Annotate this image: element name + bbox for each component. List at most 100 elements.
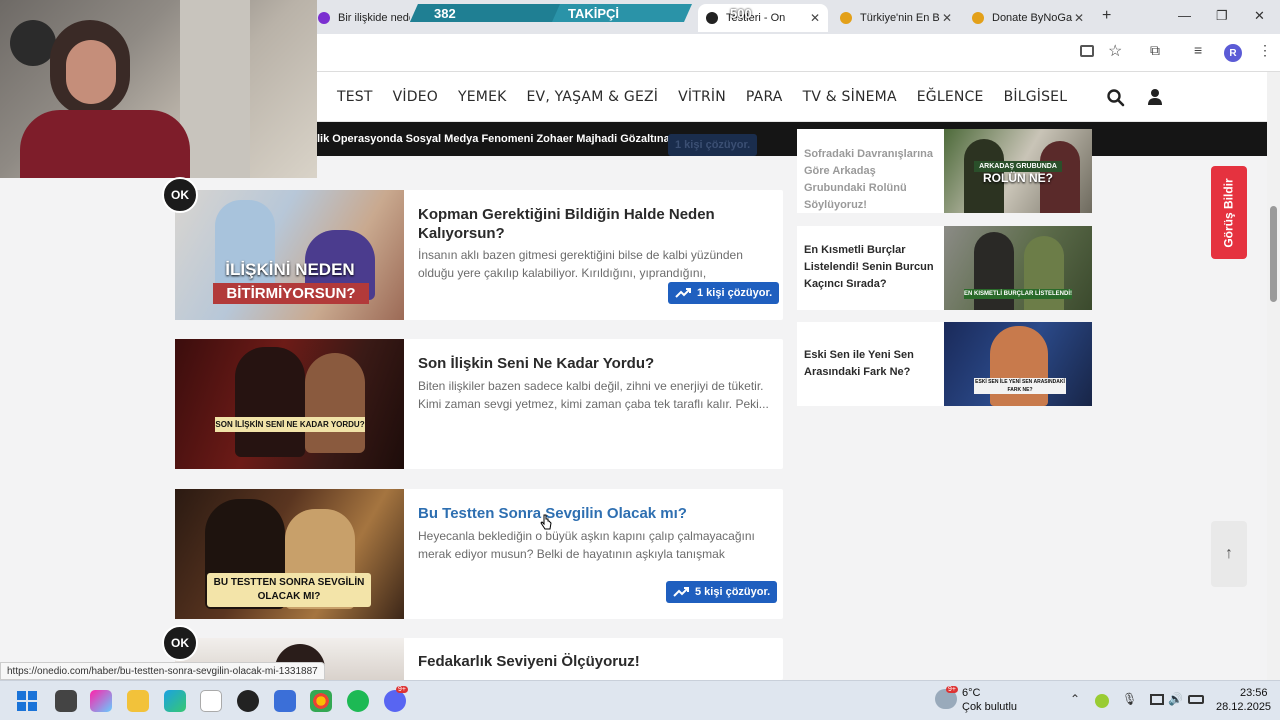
- follower-label: TAKİPÇİ: [568, 6, 620, 21]
- webcam-door: [180, 0, 250, 178]
- page-scrollbar[interactable]: [1267, 72, 1280, 680]
- ok-badge-label: OK: [171, 188, 189, 202]
- chrome-icon[interactable]: [310, 690, 332, 712]
- img-caption: FARK NE?: [974, 386, 1066, 394]
- article-thumbnail[interactable]: BU TESTTEN SONRA SEVGİLİN OLACAK MI?: [175, 489, 404, 619]
- tab-favicon: [318, 12, 330, 24]
- article-card[interactable]: SON İLİŞKİN SENİ NE KADAR YORDU? Son İli…: [175, 339, 783, 469]
- discord-badge: 9+: [396, 686, 408, 693]
- new-tab-icon[interactable]: +: [1102, 7, 1111, 25]
- edge-icon[interactable]: [164, 690, 186, 712]
- media-icon[interactable]: ≡: [1194, 42, 1202, 58]
- sidebar-card[interactable]: Sofradaki Davranışlarına Göre Arkadaş Gr…: [797, 129, 1092, 213]
- nav-eglence[interactable]: EĞLENCE: [917, 89, 984, 105]
- profile-avatar[interactable]: R: [1224, 44, 1242, 62]
- mouse-cursor-icon: [540, 514, 552, 530]
- nav-bilgisel[interactable]: BİLGİSEL: [1004, 89, 1068, 105]
- close-tab-icon[interactable]: ✕: [810, 11, 820, 25]
- extensions-icon[interactable]: ⧉: [1150, 42, 1160, 59]
- tray-chevron-icon[interactable]: ⌃: [1070, 692, 1080, 706]
- site-navigation: TEST VİDEO YEMEK EV, YAŞAM & GEZİ VİTRİN…: [317, 72, 1267, 122]
- weather-badge: 9+: [946, 686, 958, 693]
- close-tab-icon[interactable]: ✕: [1074, 11, 1084, 25]
- windows-start-icon[interactable]: [17, 691, 37, 711]
- tab-label: Türkiye'nin En B: [860, 12, 940, 24]
- nav-ev-yasam[interactable]: EV, YAŞAM & GEZİ: [527, 89, 659, 105]
- obs-icon[interactable]: [237, 690, 259, 712]
- volume-icon[interactable]: 🔊: [1168, 692, 1183, 706]
- article-thumbnail[interactable]: İLİŞKİNİ NEDEN BİTİRMİYORSUN?: [175, 190, 404, 320]
- close-window-icon[interactable]: ✕: [1254, 8, 1265, 24]
- microphone-icon[interactable]: 🎙: [1122, 692, 1137, 706]
- windows-taskbar: 9+ 9+ 6°C Çok bulutlu ⌃ 🎙 🔊 23:56 28.12.…: [0, 680, 1280, 720]
- task-view-icon[interactable]: [55, 690, 77, 712]
- scrollbar-thumb[interactable]: [1270, 206, 1277, 302]
- feedback-button[interactable]: Görüş Bildir: [1211, 166, 1247, 259]
- close-tab-icon[interactable]: ✕: [942, 11, 952, 25]
- tab-donate[interactable]: Donate ByNoGa ✕: [964, 4, 1092, 32]
- clock-date[interactable]: 28.12.2025: [1216, 701, 1271, 713]
- sidebar-card-title[interactable]: En Kısmetli Burçlar Listelendi! Senin Bu…: [804, 242, 939, 293]
- copilot-icon[interactable]: [90, 690, 112, 712]
- news-ticker[interactable]: lik Operasyonda Sosyal Medya Fenomeni Zo…: [317, 122, 1267, 156]
- article-title[interactable]: Fedakarlık Seviyeni Ölçüyoruz!: [418, 652, 768, 671]
- tab-tests[interactable]: Testleri - On ✕: [698, 4, 828, 32]
- restore-icon[interactable]: ❐: [1216, 8, 1228, 24]
- search-icon[interactable]: [1107, 89, 1125, 107]
- img-caption: EN KISMETLİ BURÇLAR LİSTELENDİ!: [964, 289, 1072, 299]
- sidebar-card-image[interactable]: EN KISMETLİ BURÇLAR LİSTELENDİ!: [944, 226, 1092, 310]
- battery-icon[interactable]: [1188, 695, 1204, 704]
- follower-count: 382: [434, 6, 456, 21]
- spotify-icon[interactable]: [347, 690, 369, 712]
- img-figure: [990, 326, 1048, 406]
- menu-kebab-icon[interactable]: ⋮: [1258, 42, 1272, 59]
- tab-label: Donate ByNoGa: [992, 12, 1073, 24]
- nav-test[interactable]: TEST: [337, 89, 373, 105]
- ticker-solver-pill: 1 kişi çözüyor.: [668, 134, 758, 156]
- article-title[interactable]: Kopman Gerektiğini Bildiğin Halde Neden …: [418, 205, 768, 243]
- profile-initial: R: [1229, 47, 1237, 59]
- nav-vitrin[interactable]: VİTRİN: [678, 89, 726, 105]
- sidebar-card-image[interactable]: ESKİ SEN İLE YENİ SEN ARASINDAKİ FARK NE…: [944, 322, 1092, 406]
- article-thumbnail[interactable]: SON İLİŞKİN SENİ NE KADAR YORDU?: [175, 339, 404, 469]
- app-icon[interactable]: [274, 690, 296, 712]
- follower-goal: 500: [730, 6, 752, 21]
- user-icon[interactable]: [1147, 88, 1163, 106]
- thumb-caption: BİTİRMİYORSUN?: [213, 283, 369, 304]
- article-card[interactable]: İLİŞKİNİ NEDEN BİTİRMİYORSUN? Kopman Ger…: [175, 190, 783, 320]
- nav-video[interactable]: VİDEO: [393, 89, 438, 105]
- store-icon[interactable]: [200, 690, 222, 712]
- thumb-caption: SON İLİŞKİN SENİ NE KADAR YORDU?: [215, 417, 365, 432]
- tab-favicon: [972, 12, 984, 24]
- webcam-overlay: [0, 0, 317, 178]
- trending-icon: [675, 288, 691, 298]
- minimize-icon[interactable]: —: [1178, 8, 1191, 23]
- sidebar-card-image[interactable]: ARKADAŞ GRUBUNDA ROLÜN NE?: [944, 129, 1092, 213]
- install-app-icon[interactable]: [1080, 45, 1094, 57]
- sidebar-card[interactable]: Eski Sen ile Yeni Sen Arasındaki Fark Ne…: [797, 322, 1092, 406]
- tray-app-icon[interactable]: [1095, 694, 1109, 708]
- tab-favicon: [706, 12, 718, 24]
- tab-turkiye[interactable]: Türkiye'nin En B ✕: [832, 4, 960, 32]
- sidebar-card-title[interactable]: Eski Sen ile Yeni Sen Arasındaki Fark Ne…: [804, 347, 939, 381]
- article-card[interactable]: BU TESTTEN SONRA SEVGİLİN OLACAK MI? Bu …: [175, 489, 783, 619]
- article-description: Biten ilişkiler bazen sadece kalbi değil…: [418, 379, 769, 411]
- nav-tv-sinema[interactable]: TV & SİNEMA: [803, 89, 897, 105]
- tab-relationship[interactable]: Bir ilişkide neden: [310, 4, 410, 32]
- ok-badge-label: OK: [171, 636, 189, 650]
- network-icon[interactable]: [1150, 694, 1164, 705]
- article-title[interactable]: Son İlişkin Seni Ne Kadar Yordu?: [418, 354, 768, 373]
- article-title[interactable]: Bu Testten Sonra Sevgilin Olacak mı?: [418, 504, 768, 523]
- bookmark-star-icon[interactable]: ☆: [1108, 41, 1122, 61]
- clock-time[interactable]: 23:56: [1240, 687, 1268, 699]
- sidebar-card[interactable]: En Kısmetli Burçlar Listelendi! Senin Bu…: [797, 226, 1092, 310]
- nav-yemek[interactable]: YEMEK: [458, 89, 507, 105]
- sidebar-card-title[interactable]: Sofradaki Davranışlarına Göre Arkadaş Gr…: [804, 146, 939, 214]
- file-explorer-icon[interactable]: [127, 690, 149, 712]
- follower-goal-bar: 382 TAKİPÇİ: [410, 4, 692, 22]
- pill-text: 5 kişi çözüyor.: [695, 586, 771, 598]
- discord-icon[interactable]: [384, 690, 406, 712]
- nav-para[interactable]: PARA: [746, 89, 783, 105]
- article-description: Heyecanla beklediğin o büyük aşkın kapın…: [418, 529, 755, 561]
- back-to-top-button[interactable]: ↑: [1211, 521, 1247, 587]
